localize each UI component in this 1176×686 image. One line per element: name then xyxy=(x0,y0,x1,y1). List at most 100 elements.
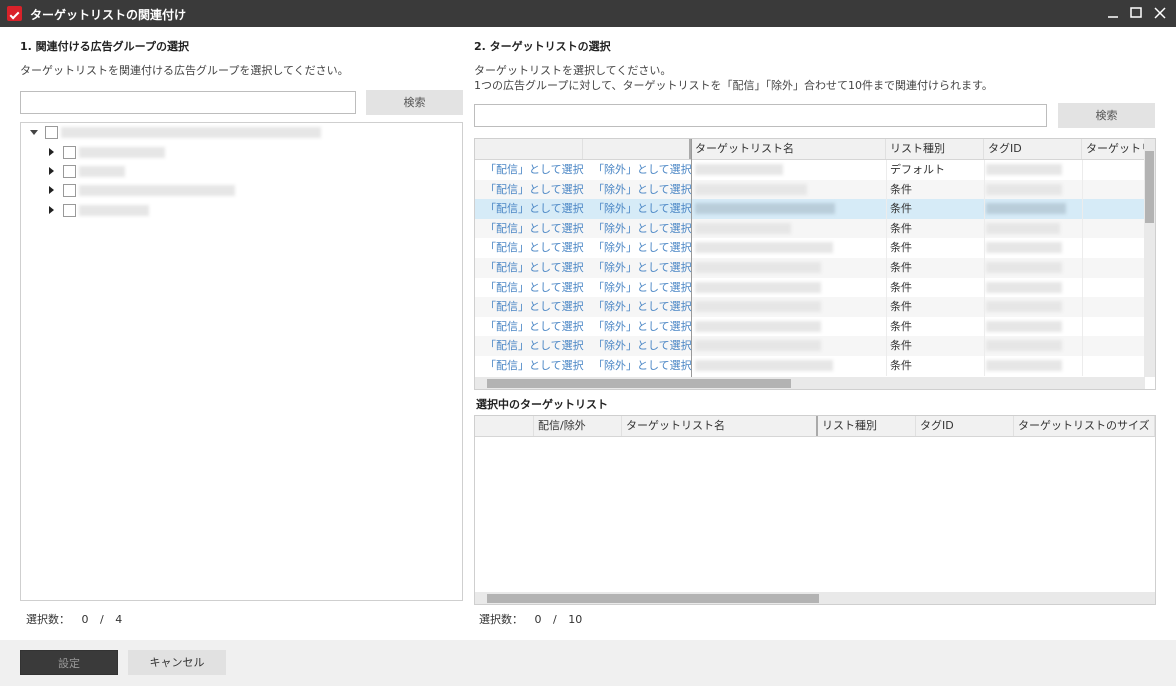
collapsed-triangle-icon[interactable] xyxy=(49,167,54,175)
selected-column-tag-id[interactable]: タグID xyxy=(916,416,1014,436)
select-as-deliver-link[interactable]: 「配信」として選択 xyxy=(485,317,584,337)
tree-child-row[interactable] xyxy=(21,162,461,181)
target-list-section-title: 2. ターゲットリストの選択 xyxy=(474,40,611,53)
select-as-deliver-link[interactable]: 「配信」として選択 xyxy=(485,278,584,298)
select-as-exclude-link[interactable]: 「除外」として選択 xyxy=(593,160,692,180)
column-divider xyxy=(886,297,887,317)
blurred-list-name xyxy=(695,360,833,371)
column-divider xyxy=(886,277,887,298)
column-divider xyxy=(886,218,887,239)
blurred-ad-group-name xyxy=(79,205,149,216)
select-as-exclude-link[interactable]: 「除外」として選択 xyxy=(593,278,692,298)
vertical-scroll-thumb[interactable] xyxy=(1145,151,1154,223)
column-divider xyxy=(1082,316,1083,337)
select-as-exclude-link[interactable]: 「除外」として選択 xyxy=(593,317,692,337)
select-as-deliver-link[interactable]: 「配信」として選択 xyxy=(485,199,584,219)
blurred-tag-id xyxy=(986,301,1062,313)
tree-root-row[interactable] xyxy=(21,123,461,142)
column-divider xyxy=(1082,199,1083,219)
select-as-deliver-link[interactable]: 「配信」として選択 xyxy=(485,219,584,239)
table-row: 「配信」として選択 「除外」として選択 条件 xyxy=(475,238,1144,258)
apply-button[interactable]: 設定 xyxy=(20,650,118,675)
column-divider xyxy=(984,356,985,376)
horizontal-scrollbar[interactable] xyxy=(475,377,1145,389)
column-divider xyxy=(984,179,985,200)
count-value: 0 xyxy=(534,613,542,626)
selected-horizontal-scrollbar[interactable] xyxy=(475,592,1155,604)
blurred-ad-group-name xyxy=(79,166,125,177)
tree-child-checkbox[interactable] xyxy=(63,184,76,197)
select-as-deliver-link[interactable]: 「配信」として選択 xyxy=(485,258,584,278)
select-as-exclude-link[interactable]: 「除外」として選択 xyxy=(593,297,692,317)
title-bar: ターゲットリストの関連付け xyxy=(0,0,1176,27)
list-type-cell: 条件 xyxy=(890,202,912,216)
tree-child-checkbox[interactable] xyxy=(63,165,76,178)
select-as-exclude-link[interactable]: 「除外」として選択 xyxy=(593,219,692,239)
column-divider xyxy=(1082,218,1083,239)
tree-child-row[interactable] xyxy=(21,143,461,162)
target-list-description-line1: ターゲットリストを選択してください。 xyxy=(474,64,672,77)
column-header-list-size[interactable]: ターゲットリ xyxy=(1082,139,1145,159)
tree-child-checkbox[interactable] xyxy=(63,204,76,217)
select-as-deliver-link[interactable]: 「配信」として選択 xyxy=(485,160,584,180)
select-as-deliver-link[interactable]: 「配信」として選択 xyxy=(485,297,584,317)
cancel-button[interactable]: キャンセル xyxy=(128,650,226,675)
selected-column-list-name[interactable]: ターゲットリスト名 xyxy=(622,416,818,436)
expanded-triangle-icon[interactable] xyxy=(30,130,38,135)
column-divider xyxy=(1082,238,1083,258)
blurred-list-name xyxy=(695,222,791,234)
selected-column-list-type[interactable]: リスト種別 xyxy=(818,416,916,436)
selected-column-list-size[interactable]: ターゲットリストのサイズ xyxy=(1014,416,1155,436)
tree-root-checkbox[interactable] xyxy=(45,126,58,139)
select-as-exclude-link[interactable]: 「除外」として選択 xyxy=(593,336,692,356)
maximize-icon[interactable] xyxy=(1126,4,1146,22)
select-as-exclude-link[interactable]: 「除外」として選択 xyxy=(593,258,692,278)
list-type-cell: 条件 xyxy=(890,319,912,333)
select-as-exclude-link[interactable]: 「除外」として選択 xyxy=(593,356,692,376)
select-as-deliver-link[interactable]: 「配信」として選択 xyxy=(485,238,584,258)
select-as-exclude-link[interactable]: 「除外」として選択 xyxy=(593,180,692,200)
tree-child-row[interactable] xyxy=(21,201,461,220)
ad-group-search-button[interactable]: 検索 xyxy=(366,90,463,115)
select-as-deliver-link[interactable]: 「配信」として選択 xyxy=(485,336,584,356)
select-as-exclude-link[interactable]: 「除外」として選択 xyxy=(593,199,692,219)
target-list-search-button[interactable]: 検索 xyxy=(1058,103,1155,128)
column-header-tag-id[interactable]: タグID xyxy=(984,139,1082,159)
target-list-grid: ターゲットリスト名 リスト種別 タグID ターゲットリ 「配信」として選択「除外… xyxy=(474,138,1156,390)
column-divider xyxy=(984,277,985,298)
vertical-scrollbar[interactable] xyxy=(1144,139,1155,377)
column-header-list-name[interactable]: ターゲットリスト名 xyxy=(691,139,886,159)
table-row: 「配信」として選択 「除外」として選択 条件 xyxy=(475,356,1144,376)
tree-child-row[interactable] xyxy=(21,181,461,200)
horizontal-scroll-thumb[interactable] xyxy=(487,379,791,388)
window-title: ターゲットリストの関連付け xyxy=(30,8,187,22)
column-divider xyxy=(1082,277,1083,298)
column-header-list-type[interactable]: リスト種別 xyxy=(886,139,984,159)
target-list-description-line2: 1つの広告グループに対して、ターゲットリストを「配信」「除外」合わせて10件まで… xyxy=(474,79,993,92)
select-as-deliver-link[interactable]: 「配信」として選択 xyxy=(485,180,584,200)
close-icon[interactable] xyxy=(1150,4,1170,22)
selected-column-deliver-exclude[interactable]: 配信/除外 xyxy=(534,416,622,436)
minimize-icon[interactable] xyxy=(1103,4,1123,22)
blurred-tag-id xyxy=(986,320,1062,332)
collapsed-triangle-icon[interactable] xyxy=(49,206,54,214)
list-type-cell: 条件 xyxy=(890,241,912,255)
ad-group-search-input[interactable] xyxy=(20,91,356,114)
column-divider xyxy=(984,238,985,258)
count-label: 選択数： xyxy=(479,613,523,626)
selected-target-list-grid: 配信/除外 ターゲットリスト名 リスト種別 タグID ターゲットリストのサイズ xyxy=(474,415,1156,605)
tree-child-checkbox[interactable] xyxy=(63,146,76,159)
count-value: 0 xyxy=(81,613,89,626)
select-as-deliver-link[interactable]: 「配信」として選択 xyxy=(485,356,584,376)
blurred-list-name xyxy=(695,340,821,352)
list-type-cell: デフォルト xyxy=(890,163,945,176)
frozen-column-divider xyxy=(691,139,692,377)
count-max: 4 xyxy=(115,613,123,626)
selected-horizontal-scroll-thumb[interactable] xyxy=(487,594,819,603)
select-as-exclude-link[interactable]: 「除外」として選択 xyxy=(593,238,692,258)
target-list-search-input[interactable] xyxy=(474,104,1047,127)
collapsed-triangle-icon[interactable] xyxy=(49,148,54,156)
list-type-cell: 条件 xyxy=(890,182,912,196)
collapsed-triangle-icon[interactable] xyxy=(49,186,54,194)
table-row: 「配信」として選択 「除外」として選択 条件 xyxy=(475,179,1144,200)
